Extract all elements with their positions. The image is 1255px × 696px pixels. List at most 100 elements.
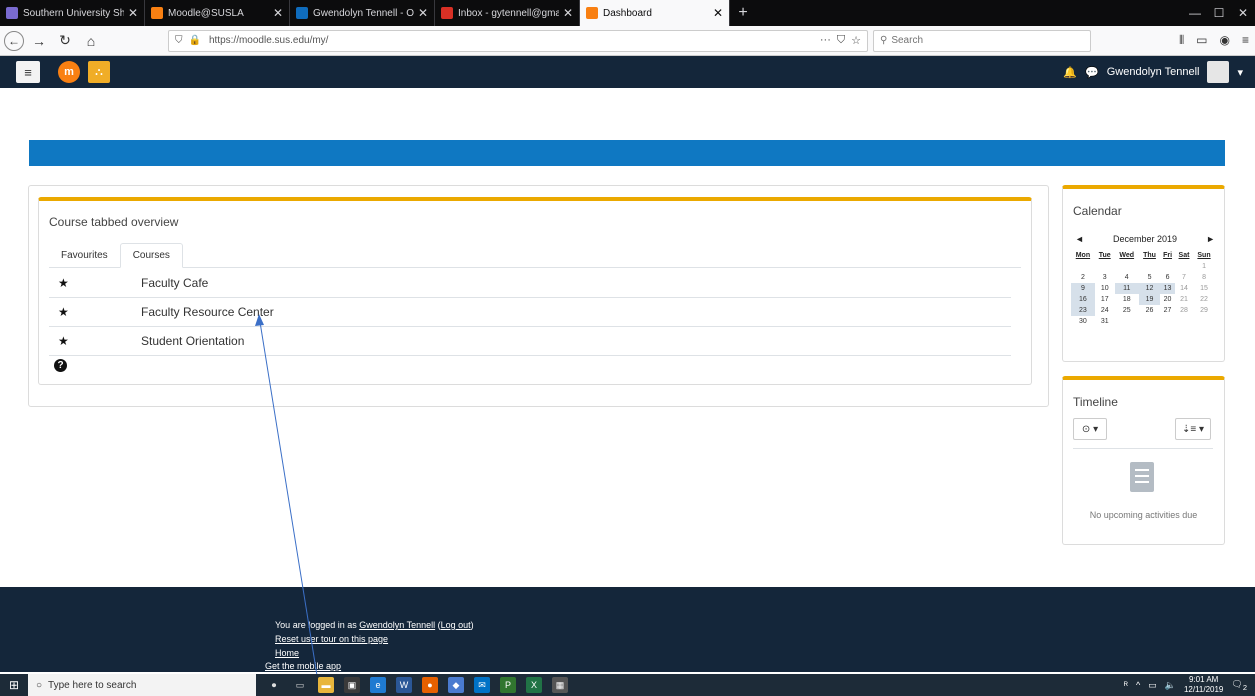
calendar-day[interactable]: 17 xyxy=(1095,294,1115,305)
address-bar[interactable]: ⛉ 🔒 https://moodle.sus.edu/my/ ··· ⛉ ☆ xyxy=(168,29,868,52)
calendar-day[interactable]: 13 xyxy=(1160,283,1175,294)
menu-icon[interactable]: ≡ xyxy=(1242,33,1249,48)
task-view-icon[interactable]: ▭ xyxy=(292,677,308,693)
calendar-day[interactable]: 4 xyxy=(1115,272,1139,283)
page-actions-icon[interactable]: ··· xyxy=(820,34,831,47)
course-link[interactable]: Student Orientation xyxy=(141,334,244,348)
calendar-day[interactable]: 8 xyxy=(1193,272,1215,283)
taskbar-search-input[interactable]: ○ Type here to search xyxy=(28,674,256,696)
calendar-day[interactable]: 31 xyxy=(1095,316,1115,327)
help-icon[interactable]: ? xyxy=(54,359,67,372)
reload-button[interactable]: ↻ xyxy=(54,30,76,52)
calendar-day[interactable]: 14 xyxy=(1175,283,1193,294)
tab-close-icon[interactable]: ✕ xyxy=(128,6,138,20)
timeline-sort-button[interactable]: ⇣≡ ▾ xyxy=(1175,418,1211,440)
minimize-button[interactable]: — xyxy=(1183,0,1207,26)
notification-center-icon[interactable]: 🗨2 xyxy=(1231,679,1247,692)
browser-tab[interactable]: Gwendolyn Tennell - Outlook ✕ xyxy=(290,0,435,26)
reset-tour-link[interactable]: Reset user tour on this page xyxy=(275,634,388,644)
tab-close-icon[interactable]: ✕ xyxy=(713,6,723,20)
nav-drawer-button[interactable]: ≡ xyxy=(16,61,40,83)
calendar-day[interactable]: 5 xyxy=(1139,272,1160,283)
network-icon[interactable]: ▭ xyxy=(1148,680,1157,691)
tab-close-icon[interactable]: ✕ xyxy=(563,6,573,20)
calendar-day[interactable]: 22 xyxy=(1193,294,1215,305)
browser-tab[interactable]: Dashboard ✕ xyxy=(580,0,730,26)
pocket-icon[interactable]: ⛉ xyxy=(837,34,845,47)
notifications-bell-icon[interactable]: 🔔 xyxy=(1063,66,1077,79)
clock[interactable]: 9:01 AM 12/11/2019 xyxy=(1184,675,1223,695)
tray-expand-icon[interactable]: ^ xyxy=(1136,680,1140,690)
browser-search-input[interactable]: ⚲ Search xyxy=(873,29,1091,52)
mobile-app-link[interactable]: Get the mobile app xyxy=(265,661,341,671)
home-button[interactable]: ⌂ xyxy=(80,30,102,52)
paint-icon[interactable]: ◆ xyxy=(448,677,464,693)
home-link[interactable]: Home xyxy=(275,648,299,658)
people-icon[interactable]: ᴿ xyxy=(1124,680,1128,690)
calendar-day[interactable]: 18 xyxy=(1115,294,1139,305)
microphone-icon[interactable]: ⏺ xyxy=(266,677,282,693)
user-name[interactable]: Gwendolyn Tennell xyxy=(1107,66,1200,78)
sidebar-icon[interactable]: ▭ xyxy=(1196,33,1207,48)
account-icon[interactable]: ◉ xyxy=(1220,33,1230,48)
browser-tab[interactable]: Inbox - gytennell@gmail.com ✕ xyxy=(435,0,580,26)
calendar-day[interactable]: 19 xyxy=(1138,294,1161,305)
tab-favourites[interactable]: Favourites xyxy=(49,243,120,268)
calendar-day[interactable]: 23 xyxy=(1071,305,1095,316)
browser-tab[interactable]: Moodle@SUSLA ✕ xyxy=(145,0,290,26)
course-link[interactable]: Faculty Resource Center xyxy=(141,305,274,319)
calendar-day[interactable]: 9 xyxy=(1071,283,1095,294)
calendar-day[interactable]: 12 xyxy=(1138,283,1161,294)
library-icon[interactable]: ⫴ xyxy=(1179,33,1184,48)
file-explorer-icon[interactable]: ▬ xyxy=(318,677,334,693)
new-tab-button[interactable]: + xyxy=(730,0,756,26)
calendar-day[interactable]: 7 xyxy=(1175,272,1193,283)
excel-icon[interactable]: X xyxy=(526,677,542,693)
course-link[interactable]: Faculty Cafe xyxy=(141,276,208,290)
messages-icon[interactable]: 💬 xyxy=(1085,66,1099,79)
calendar-day[interactable]: 6 xyxy=(1160,272,1175,283)
timeline-filter-button[interactable]: ⊙ ▾ xyxy=(1073,418,1107,440)
firefox-icon[interactable]: ● xyxy=(422,677,438,693)
edge-icon[interactable]: e xyxy=(370,677,386,693)
browser-tab[interactable]: Southern University Shreveport ✕ xyxy=(0,0,145,26)
user-profile-link[interactable]: Gwendolyn Tennell xyxy=(359,620,435,630)
avatar[interactable] xyxy=(1207,61,1230,83)
calendar-day[interactable]: 16 xyxy=(1071,294,1095,305)
calculator-icon[interactable]: ▦ xyxy=(552,677,568,693)
calendar-day[interactable]: 1 xyxy=(1193,261,1215,272)
mail-icon[interactable]: ✉ xyxy=(474,677,490,693)
word-icon[interactable]: W xyxy=(396,677,412,693)
calendar-day[interactable]: 24 xyxy=(1095,305,1115,316)
calendar-day[interactable]: 10 xyxy=(1095,283,1115,294)
user-menu-caret-icon[interactable]: ▾ xyxy=(1237,66,1243,79)
forward-button[interactable]: → xyxy=(28,30,50,52)
tab-courses[interactable]: Courses xyxy=(119,243,183,268)
calendar-day[interactable]: 30 xyxy=(1071,316,1095,327)
calendar-day[interactable]: 3 xyxy=(1095,272,1115,283)
calendar-day[interactable]: 27 xyxy=(1160,305,1175,316)
project-icon[interactable]: P xyxy=(500,677,516,693)
calendar-day[interactable]: 21 xyxy=(1175,294,1193,305)
calendar-day[interactable]: 25 xyxy=(1115,305,1139,316)
windows-start-icon[interactable]: ⊞ xyxy=(0,674,28,696)
star-icon[interactable]: ★ xyxy=(49,305,141,319)
calendar-day[interactable]: 26 xyxy=(1139,305,1160,316)
calendar-day[interactable]: 28 xyxy=(1175,305,1193,316)
calendar-day[interactable]: 29 xyxy=(1193,305,1215,316)
moodle-logo-icon[interactable]: m xyxy=(58,61,80,83)
calendar-day[interactable]: 15 xyxy=(1193,283,1215,294)
calendar-day[interactable]: 11 xyxy=(1114,283,1139,294)
volume-icon[interactable]: 🔈 xyxy=(1165,680,1176,691)
maximize-button[interactable]: ☐ xyxy=(1207,0,1231,26)
star-icon[interactable]: ★ xyxy=(49,276,141,290)
tab-close-icon[interactable]: ✕ xyxy=(418,6,428,20)
calendar-day[interactable]: 20 xyxy=(1160,294,1175,305)
back-button[interactable]: ← xyxy=(4,30,24,51)
dashboard-logo-icon[interactable]: ⛬ xyxy=(88,61,110,83)
prev-month-button[interactable]: ◄ xyxy=(1075,234,1084,244)
close-window-button[interactable]: ✕ xyxy=(1231,0,1255,26)
logout-link[interactable]: Log out xyxy=(441,620,471,630)
bookmark-star-icon[interactable]: ☆ xyxy=(851,34,861,47)
next-month-button[interactable]: ► xyxy=(1206,234,1215,244)
